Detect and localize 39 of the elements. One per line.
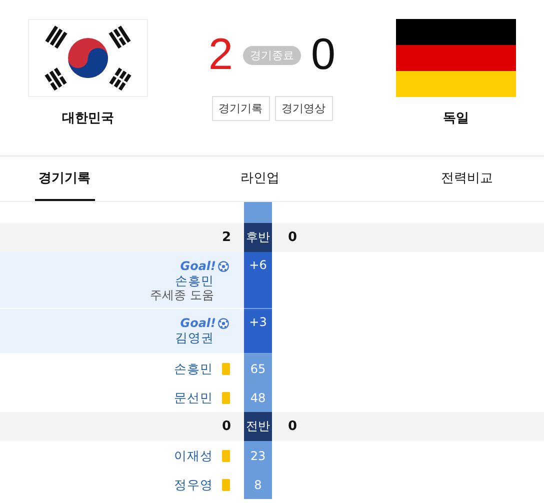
away-score: 0 bbox=[311, 30, 336, 80]
half-score: 0 bbox=[222, 419, 231, 434]
flag-icon bbox=[396, 19, 516, 97]
soccer-ball-icon bbox=[218, 260, 229, 272]
tab[interactable]: 전력비교 bbox=[437, 157, 497, 201]
home-score: 2 bbox=[208, 30, 233, 80]
player-name: 손흥민 bbox=[175, 273, 214, 288]
player-name: 정우영 bbox=[174, 477, 213, 492]
flag-icon bbox=[28, 19, 148, 97]
player-name: 김영권 bbox=[175, 330, 214, 345]
player-name: 문선민 bbox=[174, 390, 213, 405]
player-name: 손흥민 bbox=[174, 361, 213, 376]
player-name: 이재성 bbox=[174, 448, 213, 463]
card-icon bbox=[222, 478, 230, 490]
minute-label: 48 bbox=[244, 383, 272, 412]
half-label: 후반 bbox=[244, 223, 272, 252]
status-badge: 경기종료 bbox=[243, 46, 301, 64]
half-score: 2 bbox=[222, 230, 231, 245]
soccer-ball-icon bbox=[218, 318, 229, 328]
minute-label: 8 bbox=[244, 470, 272, 499]
half-label: 전반 bbox=[244, 412, 272, 441]
assist-text: 주세종 도움 bbox=[150, 288, 214, 303]
card-icon bbox=[222, 450, 230, 462]
goal-label: Goal! bbox=[180, 259, 216, 273]
timeline-bar bbox=[244, 202, 272, 223]
goal-label: Goal! bbox=[180, 316, 216, 330]
minute-label: +3 bbox=[244, 309, 272, 354]
team-name: 대한민국 bbox=[62, 110, 114, 127]
half-score: 0 bbox=[288, 419, 298, 434]
team-name: 독일 bbox=[443, 110, 469, 127]
minute-label: 23 bbox=[244, 441, 272, 470]
minute-label: 65 bbox=[244, 354, 272, 383]
link-button[interactable]: 경기기록 bbox=[212, 96, 270, 121]
minute-label: +6 bbox=[244, 252, 272, 309]
card-icon bbox=[222, 362, 230, 374]
card-icon bbox=[222, 392, 230, 404]
link-button[interactable]: 경기영상 bbox=[274, 96, 332, 121]
half-score: 0 bbox=[288, 230, 298, 245]
tab[interactable]: 라인업 bbox=[236, 157, 284, 201]
